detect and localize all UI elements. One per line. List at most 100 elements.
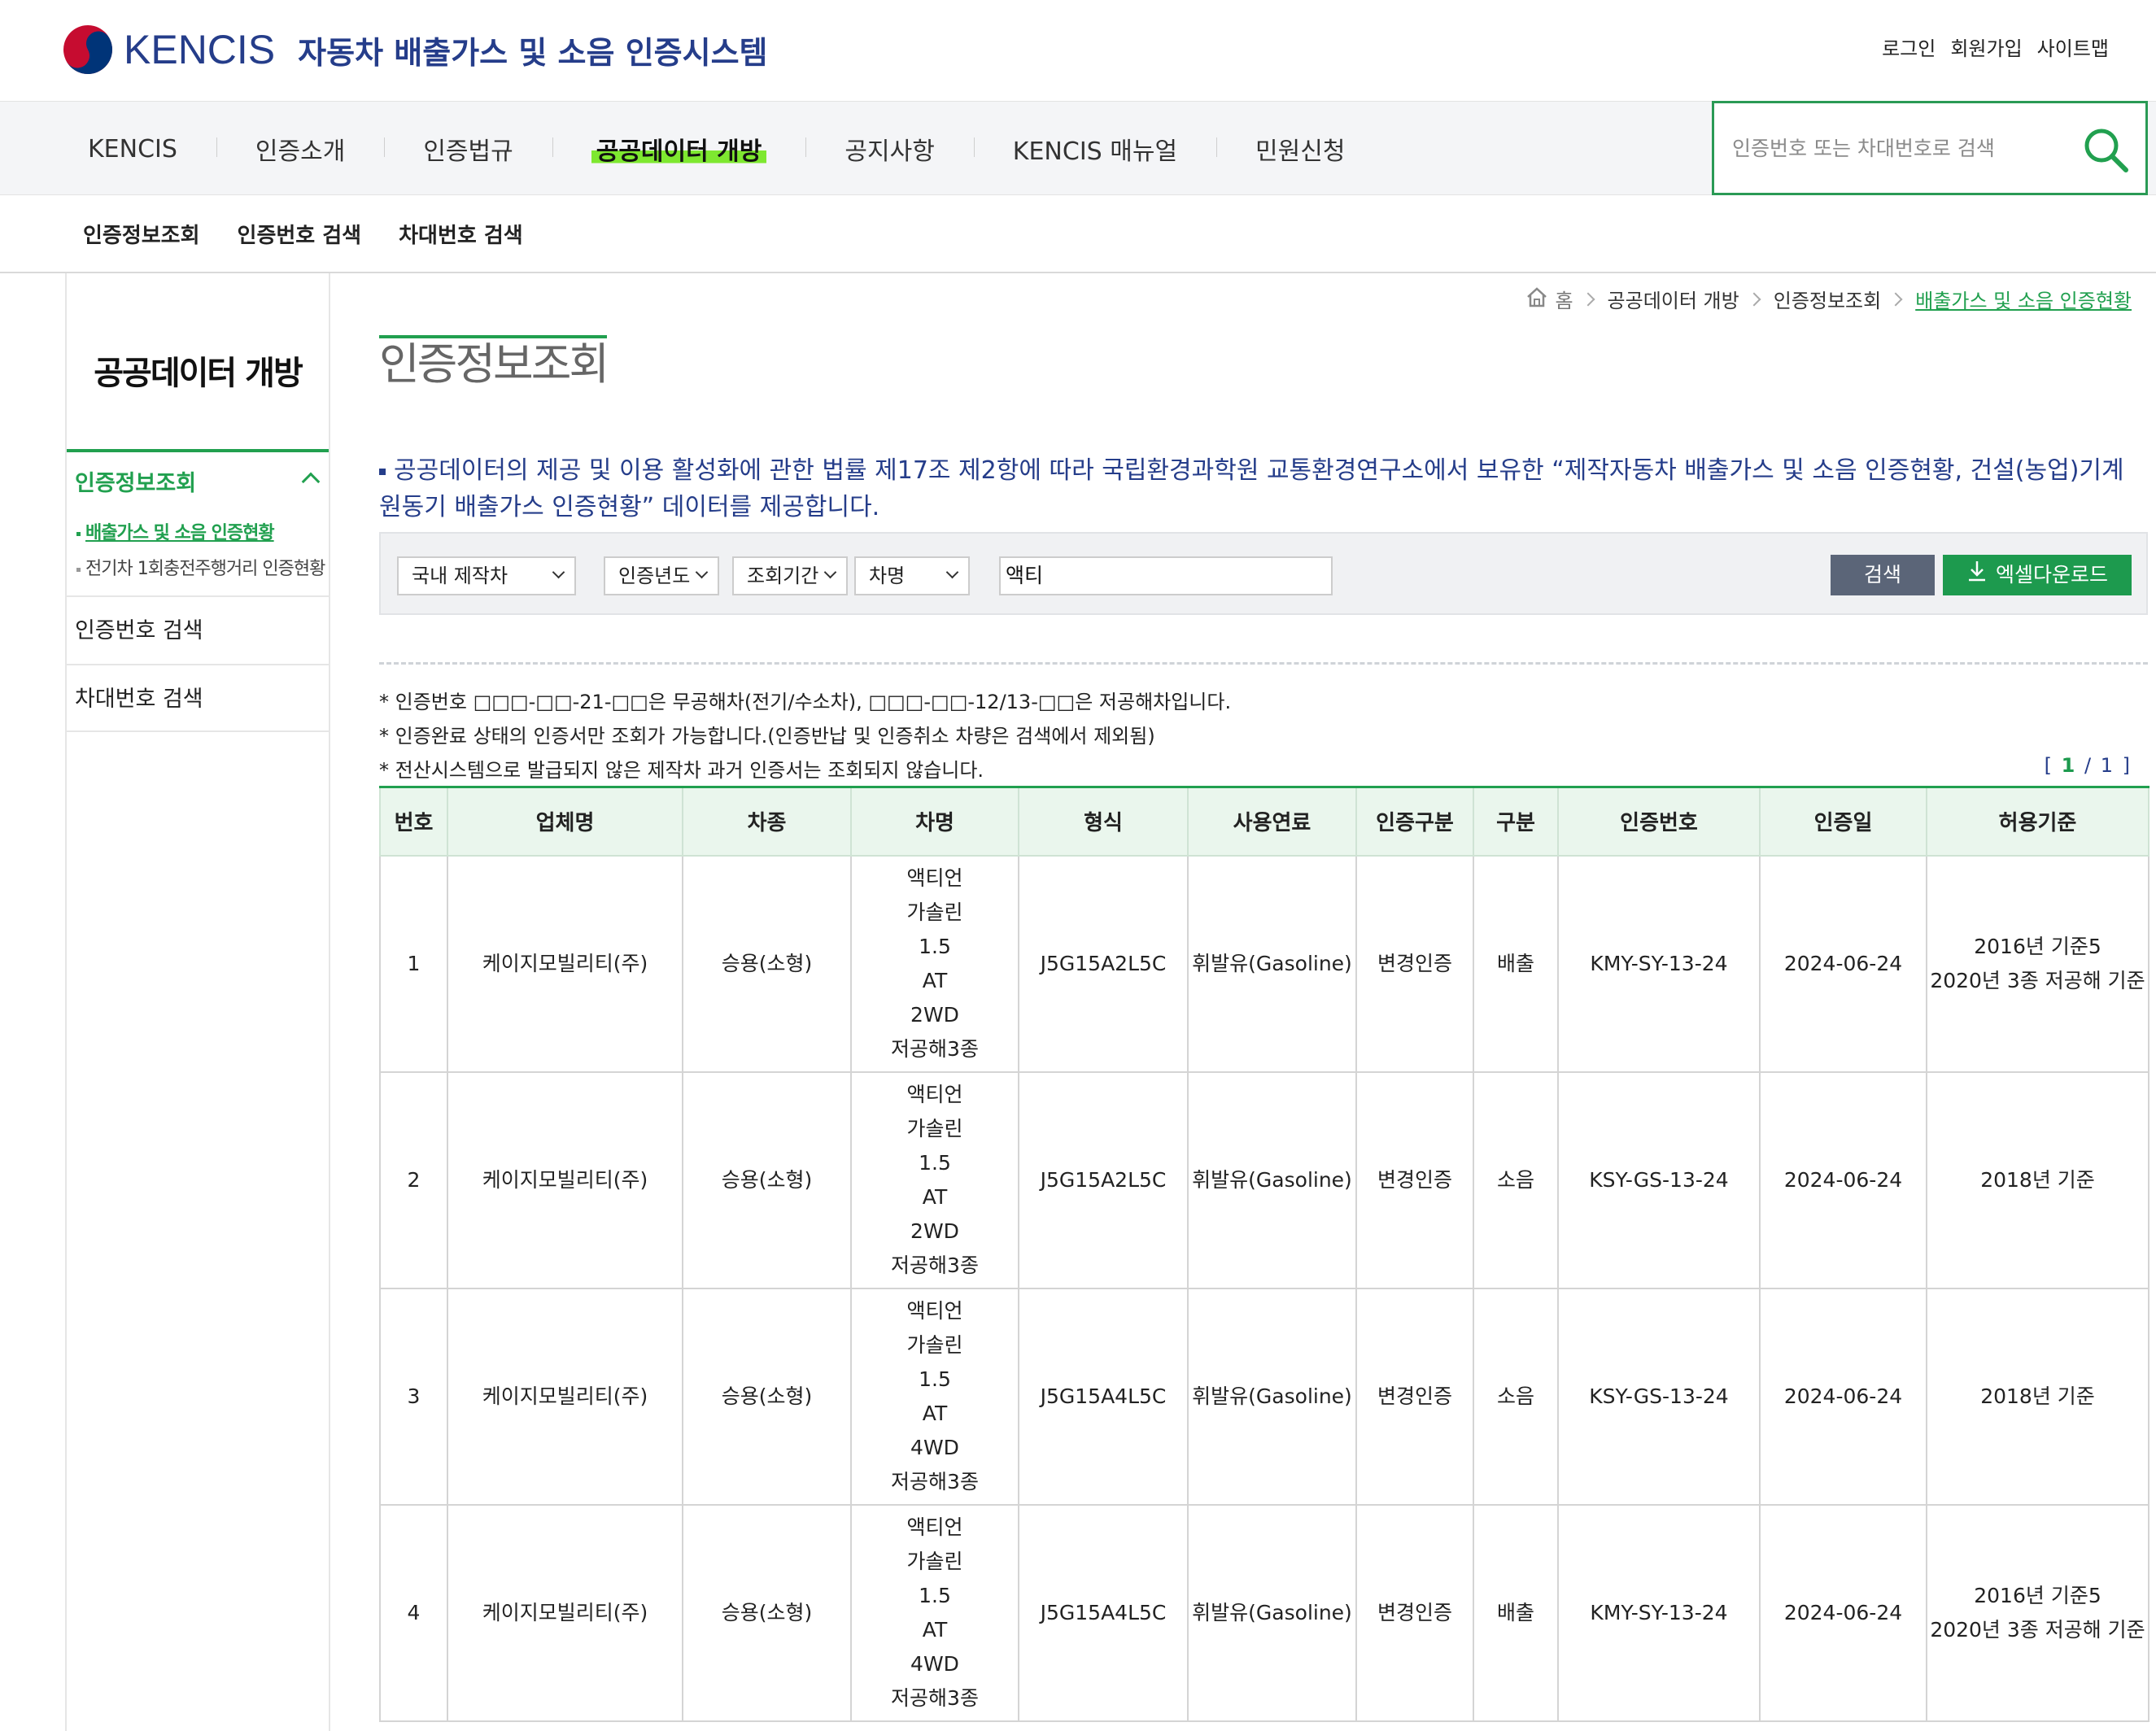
chevron-down-icon — [945, 565, 959, 579]
cell-standard: 2018년 기준 — [1926, 1287, 2149, 1506]
cell-category: 배출 — [1473, 1503, 1559, 1722]
cell-fuel: 휘발유(Gasoline) — [1187, 1503, 1357, 1722]
site-logo[interactable]: KENCIS 자동차 배출가스 및 소음 인증시스템 — [55, 16, 768, 83]
col-header-standard: 허용기준 — [1926, 786, 2149, 857]
cell-vehicle-name: 액티언 가솔린 1.5 AT 2WD 저공해3종 — [850, 1070, 1019, 1289]
cell-vehicle-name-line: 액티언 — [906, 1298, 963, 1323]
breadcrumb-home[interactable]: 홈 — [1555, 285, 1573, 313]
sidebar-item-cert-number-search[interactable]: 인증번호 검색 — [67, 595, 329, 664]
cell-vehicle-type: 승용(소형) — [682, 1287, 852, 1506]
cell-cert-kind: 변경인증 — [1355, 854, 1474, 1073]
page-description-text: 공공데이터의 제공 및 이용 활성화에 관한 법률 제17조 제2항에 따라 국… — [379, 456, 2124, 521]
login-link[interactable]: 로그인 — [1882, 33, 1936, 61]
download-icon — [1966, 556, 1988, 596]
col-header-vehicle-name: 차명 — [850, 786, 1019, 857]
sidebar-item-cert-info[interactable]: 인증정보조회 — [67, 452, 329, 516]
cell-model: J5G15A4L5C — [1018, 1503, 1189, 1722]
cell-standard-line: 2016년 기준5 — [1974, 934, 2101, 958]
breadcrumb-current[interactable]: 배출가스 및 소음 인증현황 — [1915, 285, 2132, 313]
cell-standard-line: 2016년 기준5 — [1974, 1583, 2101, 1607]
gnb-item-intro[interactable]: 인증소개 — [216, 131, 384, 167]
gnb-item-civil[interactable]: 민원신청 — [1216, 131, 1384, 167]
sidebar-subitem-emission-noise[interactable]: 배출가스 및 소음 인증현황 — [67, 516, 329, 552]
keyword-input[interactable]: 액티 — [999, 556, 1333, 595]
notice-item: * 인증완료 상태의 인증서만 조회가 가능합니다.(인증반납 및 인증취소 차… — [379, 725, 1155, 748]
gnb-item-law[interactable]: 인증법규 — [384, 131, 552, 167]
global-search-input[interactable] — [1732, 128, 2058, 168]
cell-standard: 2016년 기준5 2020년 3종 저공해 기준 — [1926, 854, 2149, 1073]
cell-vehicle-name: 액티언 가솔린 1.5 AT 2WD 저공해3종 — [850, 854, 1019, 1073]
utility-links: 로그인 회원가입 사이트맵 — [1882, 33, 2109, 61]
cell-vehicle-name-line: 1.5 — [919, 1367, 951, 1391]
cell-model: J5G15A2L5C — [1018, 1070, 1189, 1289]
cell-company: 케이지모빌리티(주) — [447, 1503, 683, 1722]
col-header-no: 번호 — [379, 786, 448, 857]
bullet-icon — [379, 468, 386, 475]
cell-vehicle-name-line: 가솔린 — [906, 900, 963, 924]
cell-model: J5G15A2L5C — [1018, 854, 1189, 1073]
cell-vehicle-name-line: AT — [922, 1184, 948, 1209]
search-icon[interactable] — [2082, 126, 2131, 175]
cell-vehicle-name-line: 1.5 — [919, 1150, 951, 1175]
cell-standard-line: 2020년 3종 저공해 기준 — [1930, 1617, 2145, 1642]
table-row[interactable]: 4 케이지모빌리티(주) 승용(소형) 액티언 가솔린 1.5 AT 4WD 저공해3종 J5G1… — [379, 1503, 2149, 1722]
cell-vehicle-name-line: AT — [922, 1401, 948, 1425]
col-header-fuel: 사용연료 — [1187, 786, 1357, 857]
subnav-vin-search[interactable]: 차대번호 검색 — [399, 219, 523, 249]
table-row[interactable]: 2 케이지모빌리티(주) 승용(소형) 액티언 가솔린 1.5 AT 2WD 저공해3종 J5G1… — [379, 1070, 2149, 1289]
page-description: 공공데이터의 제공 및 이용 활성화에 관한 법률 제17조 제2항에 따라 국… — [379, 452, 2128, 525]
sitemap-link[interactable]: 사이트맵 — [2037, 33, 2109, 61]
logo-text: KENCIS — [124, 27, 276, 72]
cell-no: 2 — [379, 1070, 448, 1289]
cell-vehicle-name-line: 가솔린 — [906, 1332, 963, 1357]
notice-item: * 전산시스템으로 발급되지 않은 제작차 과거 인증서는 조회되지 않습니다. — [379, 759, 984, 782]
table-row[interactable]: 3 케이지모빌리티(주) 승용(소형) 액티언 가솔린 1.5 AT 4WD 저공해3종 J5G1… — [379, 1287, 2149, 1506]
excel-download-button[interactable]: 엑셀다운로드 — [1943, 555, 2132, 595]
maker-select[interactable]: 국내 제작차 — [397, 556, 576, 595]
col-header-cert-no: 인증번호 — [1557, 786, 1761, 857]
cell-model: J5G15A4L5C — [1018, 1287, 1189, 1506]
breadcrumb-cert-info[interactable]: 인증정보조회 — [1774, 285, 1881, 313]
cell-vehicle-name-line: AT — [922, 1617, 948, 1642]
cell-no: 3 — [379, 1287, 448, 1506]
gnb-item-notice[interactable]: 공지사항 — [805, 131, 973, 167]
bullet-icon — [76, 567, 81, 572]
chevron-up-icon — [301, 472, 321, 491]
sub-navigation: 인증정보조회 인증번호 검색 차대번호 검색 — [0, 195, 2156, 273]
breadcrumb-open-data[interactable]: 공공데이터 개방 — [1608, 285, 1739, 313]
cell-vehicle-name-line: 저공해3종 — [891, 1253, 979, 1277]
cert-year-select[interactable]: 인증년도 — [604, 556, 719, 595]
cell-vehicle-name-line: 1.5 — [919, 1583, 951, 1607]
cell-vehicle-type: 승용(소형) — [682, 854, 852, 1073]
subnav-cert-info[interactable]: 인증정보조회 — [83, 219, 200, 249]
cell-category: 소음 — [1473, 1287, 1559, 1506]
gnb-item-manual[interactable]: KENCIS 매뉴얼 — [973, 131, 1216, 167]
search-field-select[interactable]: 차명 — [854, 556, 970, 595]
search-filter-bar: 국내 제작차 인증년도 조회기간 차명 액티 검색 엑셀다운로드 — [379, 532, 2148, 615]
page-indicator: [ 1 / 1 ] — [2044, 754, 2132, 777]
home-icon[interactable] — [1525, 286, 1548, 312]
cell-vehicle-name: 액티언 가솔린 1.5 AT 4WD 저공해3종 — [850, 1287, 1019, 1506]
chevron-down-icon — [823, 565, 837, 579]
search-field-select-value: 차명 — [869, 565, 906, 587]
cell-fuel: 휘발유(Gasoline) — [1187, 1070, 1357, 1289]
cell-vehicle-name-line: 4WD — [910, 1435, 959, 1459]
gnb-item-open-data[interactable]: 공공데이터 개방 — [552, 131, 806, 167]
table-row[interactable]: 1 케이지모빌리티(주) 승용(소형) 액티언 가솔린 1.5 AT 2WD 저공해3종 J5G1… — [379, 854, 2149, 1073]
search-button[interactable]: 검색 — [1831, 555, 1935, 595]
sidebar-subitem-ev-range[interactable]: 전기차 1회충전주행거리 인증현황 — [67, 552, 329, 587]
col-header-category: 구분 — [1473, 786, 1559, 857]
gnb-item-kencis[interactable]: KENCIS — [72, 135, 216, 164]
subnav-cert-number-search[interactable]: 인증번호 검색 — [238, 219, 362, 249]
total-pages: 1 — [2100, 754, 2115, 777]
notice-item: * 인증번호 □□□-□□-21-□□은 무공해차(전기/수소차), □□□-□… — [379, 691, 1232, 713]
signup-link[interactable]: 회원가입 — [1950, 33, 2022, 61]
cell-vehicle-name-line: 액티언 — [906, 1082, 963, 1106]
breadcrumb: 홈 공공데이터 개방 인증정보조회 배출가스 및 소음 인증현황 — [1525, 285, 2132, 313]
cell-vehicle-name-line: 1.5 — [919, 934, 951, 958]
cert-year-select-value: 인증년도 — [618, 565, 691, 587]
cell-standard-line: 2018년 기준 — [1980, 1384, 2095, 1408]
period-select[interactable]: 조회기간 — [732, 556, 848, 595]
table-header-row: 번호 업체명 차종 차명 형식 사용연료 인증구분 구분 인증번호 인증일 허용… — [379, 786, 2149, 857]
sidebar-item-vin-search[interactable]: 차대번호 검색 — [67, 664, 329, 732]
